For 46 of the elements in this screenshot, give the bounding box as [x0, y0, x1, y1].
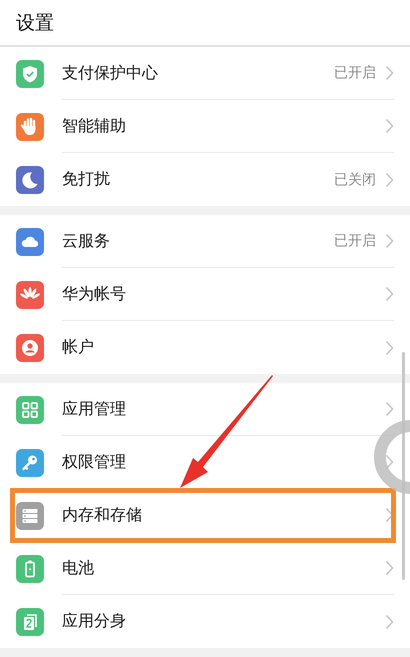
settings-item[interactable]: 支付保护中心 已开启 [0, 47, 410, 100]
settings-item[interactable]: 应用分身 [0, 595, 410, 648]
item-label: 云服务 [62, 230, 111, 252]
item-label: 免打扰 [62, 169, 111, 190]
status-text: 已开启 [334, 64, 376, 82]
key-icon [16, 448, 44, 476]
chevron-icon [385, 65, 394, 81]
chevron-icon [385, 172, 394, 188]
item-label: 应用分身 [62, 611, 127, 632]
settings-item[interactable]: 智能辅助 [0, 100, 410, 153]
storage-icon [16, 502, 44, 530]
moon-icon [16, 166, 44, 194]
item-label: 支付保护中心 [62, 62, 159, 84]
item-label: 电池 [62, 558, 95, 578]
item-label: 华为帐号 [62, 284, 127, 304]
grid-icon [16, 396, 44, 424]
chevron-icon [385, 560, 394, 576]
battery-icon [16, 554, 44, 582]
item-label: 内存和存储 [62, 504, 143, 526]
chevron-icon [385, 118, 394, 134]
settings-item[interactable]: 免打扰 已关闭 [0, 153, 410, 206]
settings-item[interactable]: 电池 [0, 542, 410, 595]
settings-item[interactable]: 云服务 已开启 [0, 215, 410, 268]
item-label: 权限管理 [62, 452, 127, 472]
hand-icon [16, 112, 44, 140]
chevron-icon [385, 454, 394, 470]
chevron-icon [385, 401, 394, 417]
chevron-icon [385, 507, 394, 523]
chevron-icon [385, 233, 394, 249]
chevron-icon [385, 614, 394, 630]
page-title: 设置 [16, 10, 54, 36]
item-label: 智能辅助 [62, 116, 127, 136]
chevron-icon [385, 286, 394, 302]
settings-item[interactable]: 华为帐号 [0, 268, 410, 321]
cloud-icon [16, 228, 44, 256]
chevron-icon [385, 340, 394, 356]
flower-icon [16, 280, 44, 308]
shield-icon [16, 60, 44, 88]
status-text: 已开启 [334, 232, 376, 250]
clone-icon [16, 608, 44, 636]
settings-item[interactable]: 内存和存储 [0, 489, 410, 542]
item-label: 帐户 [62, 337, 95, 358]
person-icon [16, 334, 44, 362]
item-label: 应用管理 [62, 398, 127, 420]
settings-item[interactable]: 帐户 [0, 321, 410, 374]
status-text: 已关闭 [334, 170, 376, 188]
